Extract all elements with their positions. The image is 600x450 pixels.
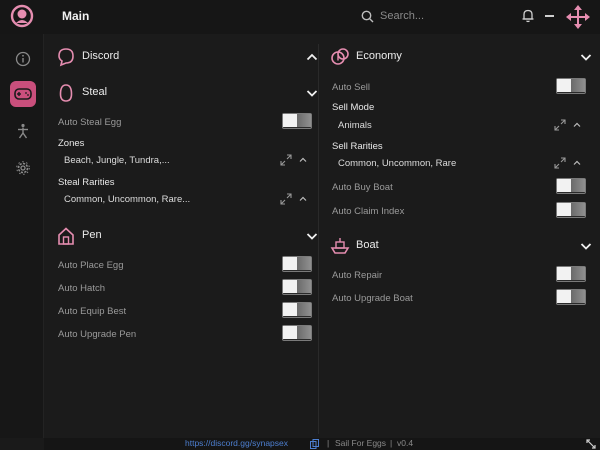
section-discord-header[interactable]: Discord bbox=[50, 44, 322, 70]
footer-separator: | bbox=[390, 438, 393, 448]
house-icon bbox=[58, 227, 74, 245]
caret-up-icon[interactable] bbox=[298, 155, 308, 165]
section-boat-title: Boat bbox=[356, 239, 379, 251]
search-box[interactable] bbox=[352, 4, 508, 28]
auto-equip-best-toggle[interactable] bbox=[282, 302, 312, 318]
sell-mode-select[interactable]: Animals bbox=[338, 120, 372, 131]
auto-hatch-toggle[interactable] bbox=[282, 279, 312, 295]
section-economy-header[interactable]: Economy bbox=[324, 44, 596, 70]
game-name: Sail For Eggs bbox=[335, 438, 387, 448]
caret-up-icon[interactable] bbox=[572, 158, 582, 168]
chevron-down-icon[interactable] bbox=[306, 87, 318, 99]
sidebar-item-player[interactable] bbox=[10, 118, 36, 144]
auto-buy-boat-label: Auto Buy Boat bbox=[332, 182, 393, 193]
expand-icon[interactable] bbox=[280, 154, 292, 166]
caret-up-icon[interactable] bbox=[298, 194, 308, 204]
auto-steal-egg-label: Auto Steal Egg bbox=[58, 117, 122, 128]
title-bar: Main bbox=[0, 0, 600, 34]
footer-separator: | bbox=[327, 438, 330, 448]
main-panel: Discord Steal Auto Steal Egg Zones Beach… bbox=[44, 34, 600, 438]
expand-icon[interactable] bbox=[554, 157, 566, 169]
footer: https://discord.gg/synapsex | Sail For E… bbox=[44, 438, 600, 450]
chevron-down-icon[interactable] bbox=[580, 240, 592, 252]
section-pen-title: Pen bbox=[82, 229, 102, 241]
sell-rarities-label: Sell Rarities bbox=[332, 141, 383, 152]
move-icon[interactable] bbox=[566, 5, 590, 29]
sidebar bbox=[0, 34, 44, 438]
section-boat-header[interactable]: Boat bbox=[324, 233, 596, 259]
figure-icon bbox=[18, 123, 28, 139]
search-input[interactable] bbox=[380, 10, 490, 22]
section-pen-header[interactable]: Pen bbox=[50, 223, 322, 249]
auto-claim-index-toggle[interactable] bbox=[556, 202, 586, 218]
section-steal-header[interactable]: Steal bbox=[50, 80, 322, 106]
info-icon bbox=[15, 51, 31, 67]
auto-steal-egg-toggle[interactable] bbox=[282, 113, 312, 129]
search-icon bbox=[361, 10, 374, 22]
discord-link[interactable]: https://discord.gg/synapsex bbox=[185, 438, 288, 448]
auto-repair-label: Auto Repair bbox=[332, 270, 383, 281]
auto-upgrade-pen-toggle[interactable] bbox=[282, 325, 312, 341]
auto-hatch-label: Auto Hatch bbox=[58, 283, 105, 294]
sell-mode-label: Sell Mode bbox=[332, 102, 375, 113]
expand-icon[interactable] bbox=[280, 193, 292, 205]
section-steal-title: Steal bbox=[82, 86, 108, 98]
bell-icon[interactable] bbox=[521, 8, 535, 23]
auto-repair-toggle[interactable] bbox=[556, 266, 586, 282]
version-label: v0.4 bbox=[397, 438, 414, 448]
auto-sell-label: Auto Sell bbox=[332, 82, 371, 93]
chevron-down-icon[interactable] bbox=[306, 230, 318, 242]
zones-select[interactable]: Beach, Jungle, Tundra,... bbox=[64, 155, 170, 166]
app-title: Main bbox=[62, 9, 90, 23]
auto-sell-toggle[interactable] bbox=[556, 78, 586, 94]
sell-rarities-select[interactable]: Common, Uncommon, Rare bbox=[338, 158, 456, 169]
auto-claim-index-label: Auto Claim Index bbox=[332, 206, 405, 217]
resize-icon[interactable] bbox=[586, 439, 596, 449]
auto-upgrade-boat-toggle[interactable] bbox=[556, 289, 586, 305]
minimize-icon[interactable] bbox=[545, 15, 554, 17]
steal-rarities-label: Steal Rarities bbox=[58, 177, 115, 188]
expand-icon[interactable] bbox=[554, 119, 566, 131]
coins-icon bbox=[331, 48, 349, 65]
auto-upgrade-pen-label: Auto Upgrade Pen bbox=[58, 329, 137, 340]
copy-icon[interactable] bbox=[310, 439, 319, 449]
steal-rarities-select[interactable]: Common, Uncommon, Rare... bbox=[64, 194, 190, 205]
zones-label: Zones bbox=[58, 138, 85, 149]
auto-buy-boat-toggle[interactable] bbox=[556, 178, 586, 194]
section-economy-title: Economy bbox=[356, 50, 402, 62]
boat-icon bbox=[330, 238, 350, 254]
chevron-down-icon[interactable] bbox=[580, 51, 592, 63]
sidebar-item-settings[interactable] bbox=[10, 155, 36, 181]
egg-icon bbox=[59, 84, 73, 102]
auto-place-egg-toggle[interactable] bbox=[282, 256, 312, 272]
gamepad-icon bbox=[14, 88, 32, 100]
gear-icon bbox=[16, 161, 30, 175]
auto-equip-best-label: Auto Equip Best bbox=[58, 306, 127, 317]
sidebar-item-game[interactable] bbox=[10, 81, 36, 107]
logo-icon bbox=[10, 4, 34, 28]
sidebar-item-info[interactable] bbox=[10, 46, 36, 72]
discord-icon bbox=[58, 48, 74, 67]
auto-place-egg-label: Auto Place Egg bbox=[58, 260, 124, 271]
auto-upgrade-boat-label: Auto Upgrade Boat bbox=[332, 293, 413, 304]
section-discord-title: Discord bbox=[82, 50, 120, 62]
caret-up-icon[interactable] bbox=[572, 120, 582, 130]
chevron-up-icon[interactable] bbox=[306, 51, 318, 63]
